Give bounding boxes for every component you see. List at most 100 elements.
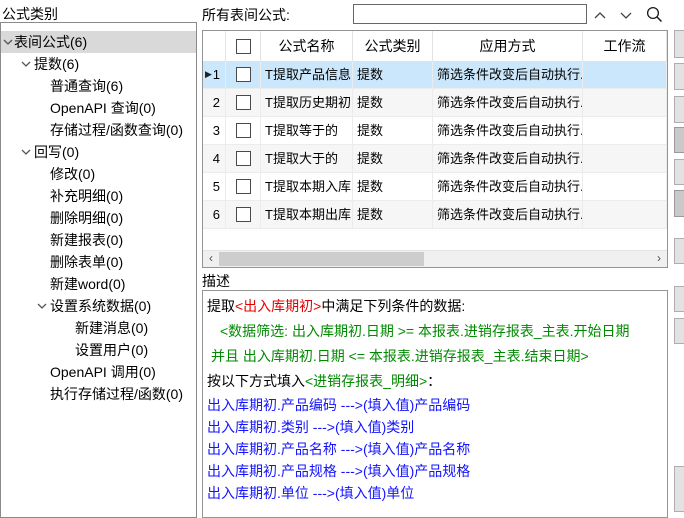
tree-item[interactable]: 修改(0)	[1, 163, 196, 185]
table-row[interactable]: 6T提取本期出库提数筛选条件改变后自动执行...	[203, 201, 667, 229]
tree-item[interactable]: 普通查询(6)	[1, 75, 196, 97]
table-row[interactable]: 5T提取本期入库提数筛选条件改变后自动执行...	[203, 173, 667, 201]
row-number: 3	[203, 117, 226, 144]
tree-item-label: 普通查询(6)	[1, 75, 196, 97]
tree-item-label: 删除明细(0)	[1, 207, 196, 229]
chevron-down-icon[interactable]	[21, 149, 31, 156]
scroll-left-arrow-icon[interactable]: ‹	[203, 251, 219, 267]
row-number: 4	[203, 145, 226, 172]
table-row[interactable]: 3T提取等于的提数筛选条件改变后自动执行...	[203, 117, 667, 145]
column-header-3[interactable]: 应用方式	[433, 31, 583, 61]
formula-list-label: 所有表间公式:	[202, 5, 290, 25]
tree-item-label: 表间公式(6)	[1, 31, 196, 53]
tree-item[interactable]: 回写(0)	[1, 141, 196, 163]
row-checkbox[interactable]	[236, 207, 251, 222]
description-segment: 出入库期初.产品编码 --->(填入值)产品编码	[207, 397, 470, 413]
formula-name: T提取等于的	[261, 117, 353, 144]
edge-button[interactable]	[674, 127, 684, 153]
tree-item[interactable]: 执行存储过程/函数(0)	[1, 383, 196, 405]
tree-item[interactable]: 提数(6)	[1, 53, 196, 75]
workflow	[583, 145, 667, 172]
category-tree-panel: 表间公式(6)提数(6)普通查询(6)OpenAPI 查询(0)存储过程/函数查…	[0, 22, 197, 518]
edge-button[interactable]	[674, 286, 684, 312]
row-number: ▶1	[203, 61, 226, 88]
horizontal-scrollbar-thumb[interactable]	[219, 252, 424, 266]
tree-item[interactable]: 表间公式(6)	[1, 31, 196, 53]
row-checkbox[interactable]	[236, 123, 251, 138]
description-segment: 并且 出入库期初.日期 <= 本报表.进销存报表_主表.结束日期>	[211, 348, 589, 364]
workflow	[583, 201, 667, 228]
edge-button[interactable]	[674, 190, 684, 217]
column-header-1[interactable]: 公式名称	[261, 31, 353, 61]
description-segment: 出入库期初.类别 --->(填入值)类别	[207, 419, 414, 435]
tree-item[interactable]: 设置用户(0)	[1, 339, 196, 361]
tree-item-label: 存储过程/函数查询(0)	[1, 119, 196, 141]
description-line: 出入库期初.产品规格 --->(填入值)产品规格	[207, 460, 663, 482]
description-line: 出入库期初.单位 --->(填入值)单位	[207, 482, 663, 504]
tree-item[interactable]: 补充明细(0)	[1, 185, 196, 207]
chevron-down-icon[interactable]	[619, 8, 633, 22]
description-segment: <进销存报表_明细>	[305, 373, 427, 389]
tree-item-label: 设置用户(0)	[1, 339, 196, 361]
description-panel: 提取<出入库期初>中满足下列条件的数据:<数据筛选: 出入库期初.日期 >= 本…	[202, 290, 668, 518]
table-header-row: 公式名称公式类别应用方式工作流	[203, 31, 667, 62]
formula-category: 提数	[353, 201, 433, 228]
description-line: <数据筛选: 出入库期初.日期 >= 本报表.进销存报表_主表.开始日期	[207, 319, 663, 344]
edge-button[interactable]	[674, 30, 684, 58]
tree-item[interactable]: 新建word(0)	[1, 273, 196, 295]
row-checkbox[interactable]	[236, 67, 251, 82]
select-all-header	[226, 31, 261, 61]
tree-item-label: OpenAPI 查询(0)	[1, 97, 196, 119]
description-segment: <数据筛选: 出入库期初.日期 >= 本报表.进销存报表_主表.开始日期	[220, 323, 630, 339]
edge-button[interactable]	[674, 63, 684, 90]
tree-item[interactable]: 新建消息(0)	[1, 317, 196, 339]
edge-button[interactable]	[674, 318, 684, 344]
tree-item[interactable]: 删除明细(0)	[1, 207, 196, 229]
edge-button[interactable]	[674, 466, 684, 512]
column-header-4[interactable]: 工作流	[583, 31, 667, 61]
description-segment: 出入库期初.产品名称 --->(填入值)产品名称	[207, 441, 470, 457]
table-row[interactable]: ▶1T提取产品信息提数筛选条件改变后自动执行...	[203, 61, 667, 89]
tree-item[interactable]: 新建报表(0)	[1, 229, 196, 251]
scroll-right-arrow-icon[interactable]: ›	[651, 251, 667, 267]
tree-item[interactable]: OpenAPI 查询(0)	[1, 97, 196, 119]
row-checkbox[interactable]	[236, 95, 251, 110]
formula-table: 公式名称公式类别应用方式工作流 ▶1T提取产品信息提数筛选条件改变后自动执行..…	[202, 30, 668, 268]
tree-item[interactable]: 设置系统数据(0)	[1, 295, 196, 317]
table-row[interactable]: 4T提取大于的提数筛选条件改变后自动执行...	[203, 145, 667, 173]
description-line: 出入库期初.类别 --->(填入值)类别	[207, 416, 663, 438]
row-checkbox[interactable]	[236, 151, 251, 166]
tree-item-label: OpenAPI 调用(0)	[1, 361, 196, 383]
category-panel-title: 公式类别	[2, 4, 58, 24]
description-line: 按以下方式填入<进销存报表_明细>：	[207, 369, 663, 394]
row-checkbox-cell	[226, 61, 261, 88]
table-row[interactable]: 2T提取历史期初提数筛选条件改变后自动执行...	[203, 89, 667, 117]
row-checkbox[interactable]	[236, 179, 251, 194]
apply-mode: 筛选条件改变后自动执行...	[433, 117, 583, 144]
row-checkbox-cell	[226, 117, 261, 144]
description-segment: <出入库期初>	[235, 298, 321, 314]
description-segment: 按以下方式填入	[207, 373, 305, 389]
column-header-2[interactable]: 公式类别	[353, 31, 433, 61]
workflow	[583, 117, 667, 144]
chevron-down-icon[interactable]	[3, 39, 13, 46]
chevron-down-icon[interactable]	[37, 303, 47, 310]
chevron-down-icon[interactable]	[21, 61, 31, 68]
table-horizontal-scrollbar[interactable]: ‹ ›	[203, 250, 667, 267]
chevron-up-icon[interactable]	[593, 8, 607, 22]
tree-item-label: 修改(0)	[1, 163, 196, 185]
tree-item[interactable]: 存储过程/函数查询(0)	[1, 119, 196, 141]
formula-search-input[interactable]	[353, 4, 587, 24]
edge-button[interactable]	[674, 96, 684, 123]
search-icon[interactable]	[645, 5, 663, 23]
description-segment: ：	[427, 373, 441, 389]
tree-item[interactable]: 删除表单(0)	[1, 251, 196, 273]
apply-mode: 筛选条件改变后自动执行...	[433, 173, 583, 200]
tree-item[interactable]: OpenAPI 调用(0)	[1, 361, 196, 383]
edge-button[interactable]	[674, 238, 684, 264]
edge-button[interactable]	[674, 159, 684, 185]
current-row-arrow-icon: ▶	[205, 61, 212, 88]
tree-item-label: 新建消息(0)	[1, 317, 196, 339]
select-all-checkbox[interactable]	[236, 39, 251, 54]
row-checkbox-cell	[226, 145, 261, 172]
